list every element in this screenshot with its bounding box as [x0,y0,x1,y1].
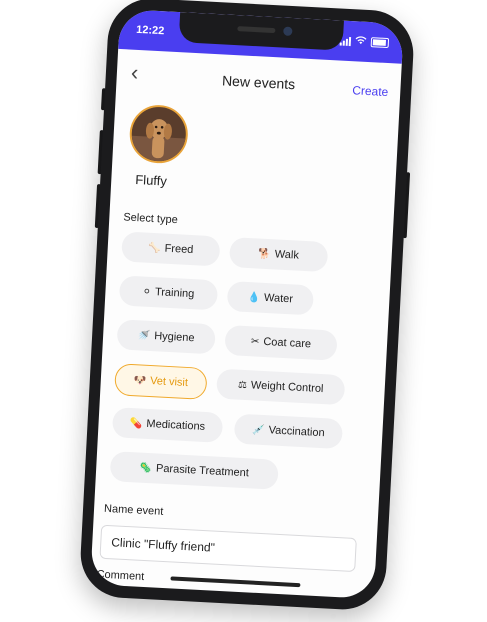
chip-label: Vet visit [149,375,189,390]
chip-label: Parasite Treatment [155,462,250,480]
type-chip-hygiene[interactable]: 🚿 Hygiene [116,319,216,355]
comment-label: Comment [96,568,145,583]
type-chip-vaccination[interactable]: 💉 Vaccination [233,413,344,450]
name-event-input[interactable]: Clinic "Fluffy friend" [99,524,357,573]
syringe-icon: 💉 [251,423,265,436]
home-indicator[interactable] [170,576,301,588]
name-event-label: Name event [103,502,164,518]
dog-photo-icon [130,105,188,163]
chip-label: Freed [164,242,194,257]
wifi-icon [355,35,368,48]
type-chip-coat-care[interactable]: ✂ Coat care [224,324,338,361]
battery-icon [370,37,390,49]
front-camera [283,26,293,36]
chip-label: Medications [146,417,206,433]
speaker [237,26,276,34]
shower-icon: 🚿 [137,329,151,342]
type-chip-walk[interactable]: 🐕 Walk [228,237,329,273]
pill-icon: 💊 [129,417,143,430]
pet-avatar[interactable] [128,103,190,165]
dog-face-icon: 🐶 [133,374,147,387]
type-chip-training[interactable]: ⚪ Training [118,275,219,311]
chip-label: Vaccination [268,424,325,440]
microbe-icon: 🦠 [139,462,153,474]
type-chip-weight-control[interactable]: ⚖ Weight Control [216,368,346,406]
pet-name: Fluffy [134,171,168,189]
type-chip-parasite-treatment[interactable]: 🦠 Parasite Treatment [109,451,279,490]
scale-icon: ⚖ [237,379,248,391]
chip-label: Training [154,286,195,301]
droplet-icon: 💧 [247,291,261,304]
create-button[interactable]: Create [352,83,389,99]
type-chip-freed[interactable]: 🦴 Freed [121,231,221,267]
chip-label: Coat care [263,335,312,351]
scissors-icon: ✂ [250,335,260,348]
type-chip-water[interactable]: 💧 Water [226,280,315,316]
bone-icon: 🦴 [147,242,161,254]
select-type-label: Select type [123,211,179,227]
chip-label: Hygiene [153,330,195,345]
status-time: 12:22 [135,23,165,38]
chip-label: Walk [274,248,300,262]
app-screen: 12:22 ‹ New events Create Fluffy Select … [90,8,404,600]
phone-mockup: 12:22 ‹ New events Create Fluffy Select … [78,0,416,612]
chip-label: Water [263,291,294,306]
dog-icon: 🐕 [258,248,272,260]
type-chip-medications[interactable]: 💊 Medications [111,407,224,443]
status-icons [339,35,390,50]
ball-icon: ⚪ [142,286,152,298]
chip-label: Weight Control [250,379,324,396]
type-chip-vet-visit[interactable]: 🐶 Vet visit [114,363,208,400]
